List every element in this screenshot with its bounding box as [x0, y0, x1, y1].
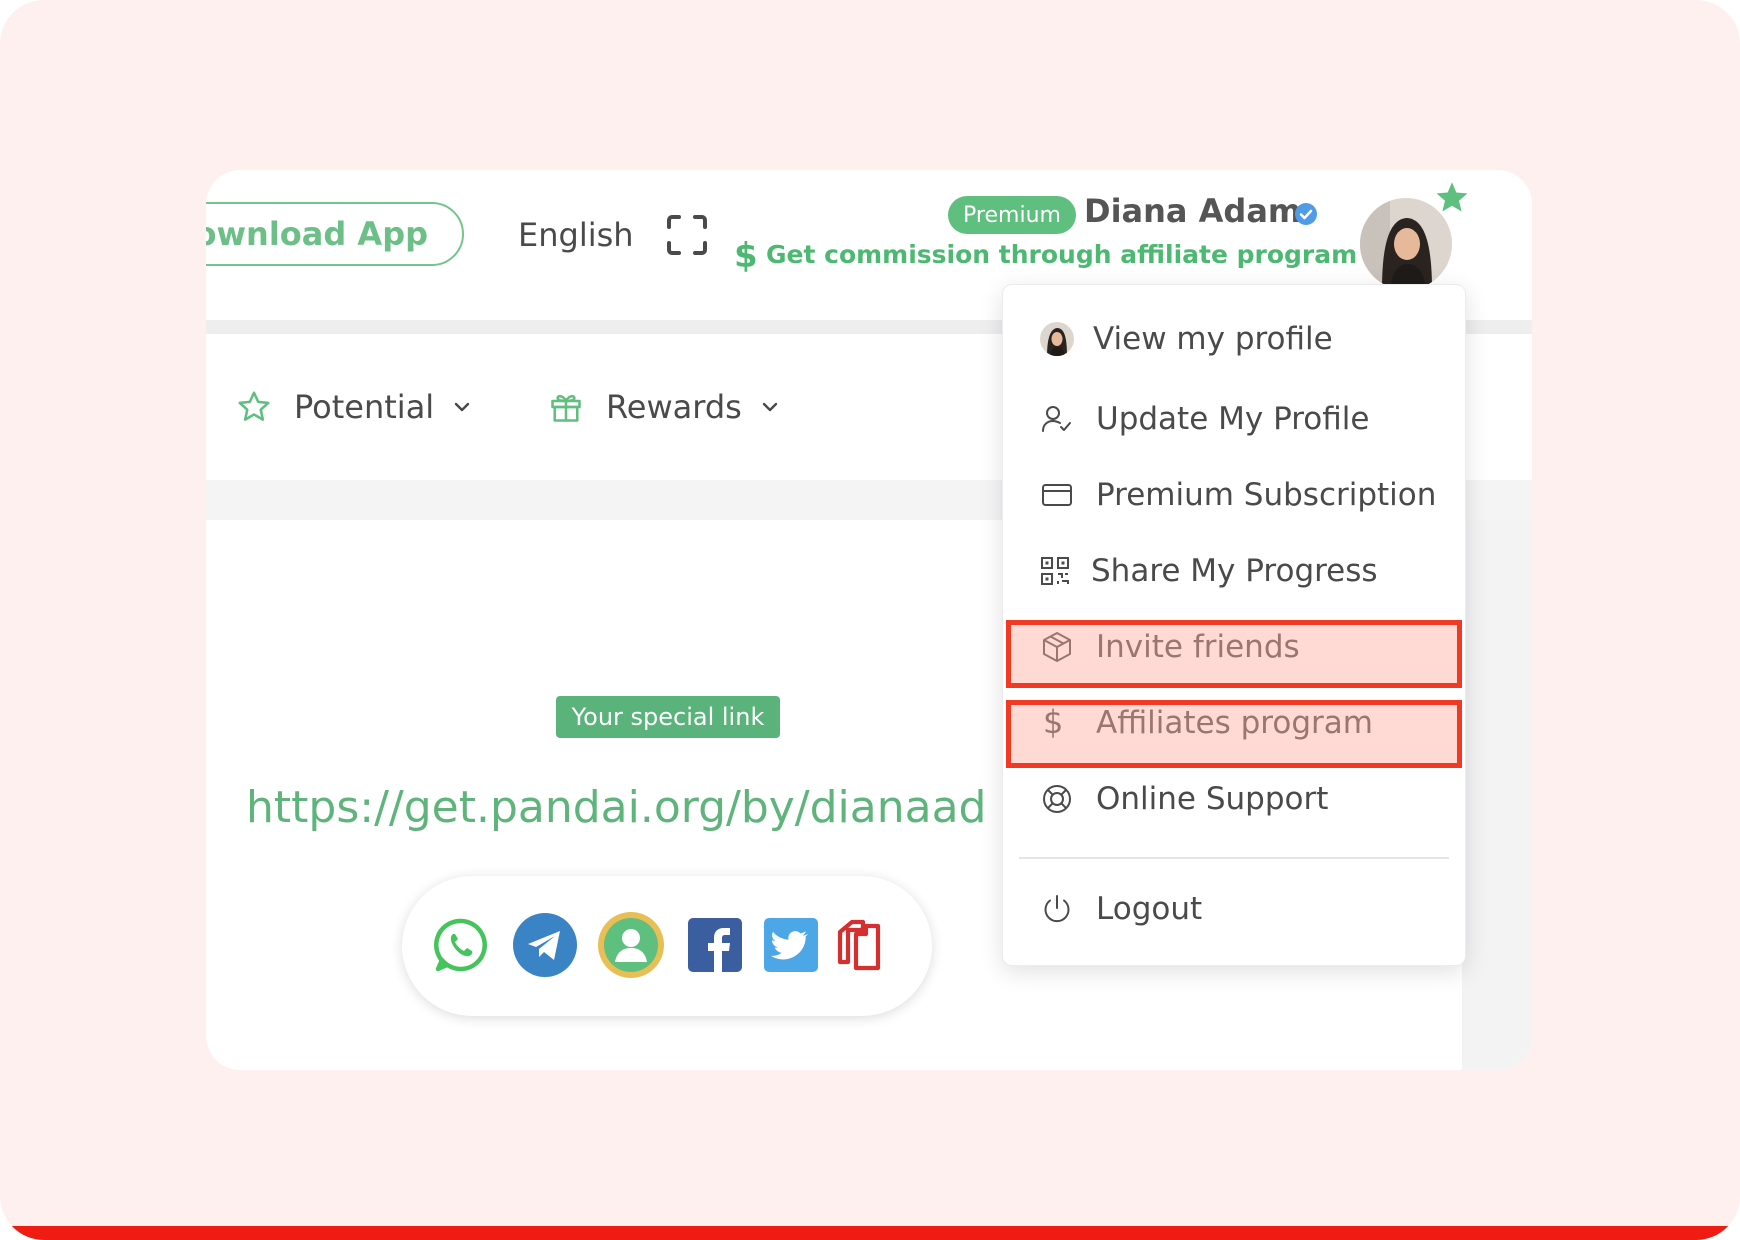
nav-item-rewards[interactable]: Rewards: [548, 388, 782, 426]
nav-item-label: Potential: [294, 388, 435, 426]
menu-item-label: Logout: [1096, 891, 1203, 927]
language-selector[interactable]: English: [518, 216, 634, 254]
chevron-down-icon: [454, 402, 470, 412]
menu-item-label: Share My Progress: [1091, 553, 1378, 589]
share-bar: [402, 876, 932, 1016]
menu-item-label: Premium Subscription: [1096, 477, 1437, 513]
menu-item-view-profile[interactable]: View my profile: [1003, 309, 1467, 369]
avatar-icon: [1040, 322, 1074, 356]
whatsapp-icon[interactable]: [432, 916, 490, 974]
menu-item-label: Online Support: [1096, 781, 1329, 817]
nav-item-potential[interactable]: Potential: [236, 388, 474, 426]
highlight-invite-friends: [1006, 620, 1462, 688]
power-icon: [1044, 895, 1070, 923]
twitter-icon[interactable]: [762, 916, 820, 974]
menu-divider: [1019, 857, 1449, 859]
contact-icon[interactable]: [596, 910, 666, 980]
bottom-accent-bar: [0, 1226, 1740, 1240]
menu-item-premium-subscription[interactable]: Premium Subscription: [1003, 465, 1467, 525]
credit-card-icon: [1042, 484, 1072, 506]
telegram-icon[interactable]: [512, 912, 578, 978]
dollar-icon: $: [734, 236, 758, 276]
chevron-down-icon: [762, 402, 778, 412]
menu-item-share-progress[interactable]: Share My Progress: [1003, 541, 1467, 601]
premium-badge: Premium: [948, 196, 1076, 234]
menu-item-online-support[interactable]: Online Support: [1003, 769, 1467, 829]
nav-item-label: Rewards: [606, 388, 742, 426]
gift-icon: [551, 394, 581, 422]
special-link-label: Your special link: [556, 696, 780, 738]
star-icon: [238, 391, 270, 421]
menu-item-update-profile[interactable]: Update My Profile: [1003, 389, 1467, 449]
qr-code-icon: [1041, 557, 1069, 585]
verified-icon: [1295, 203, 1317, 225]
user-name[interactable]: Diana Adam: [1084, 192, 1301, 230]
download-app-button[interactable]: Download App: [206, 202, 464, 266]
premium-star-icon: [1436, 182, 1468, 212]
menu-item-label: View my profile: [1093, 321, 1333, 357]
highlight-affiliates-program: [1006, 700, 1462, 768]
affiliate-commission-link[interactable]: Get commission through affiliate program: [766, 240, 1357, 269]
menu-item-logout[interactable]: Logout: [1003, 879, 1467, 939]
user-check-icon: [1042, 406, 1071, 432]
fullscreen-icon[interactable]: [666, 214, 708, 256]
copy-icon[interactable]: [836, 918, 890, 972]
facebook-icon[interactable]: [686, 916, 744, 974]
screenshot-frame: Download App English Premium Diana Adam …: [0, 0, 1740, 1240]
referral-link[interactable]: https://get.pandai.org/by/dianaad: [246, 782, 986, 833]
lifebuoy-icon: [1043, 785, 1071, 813]
menu-item-label: Update My Profile: [1096, 401, 1370, 437]
